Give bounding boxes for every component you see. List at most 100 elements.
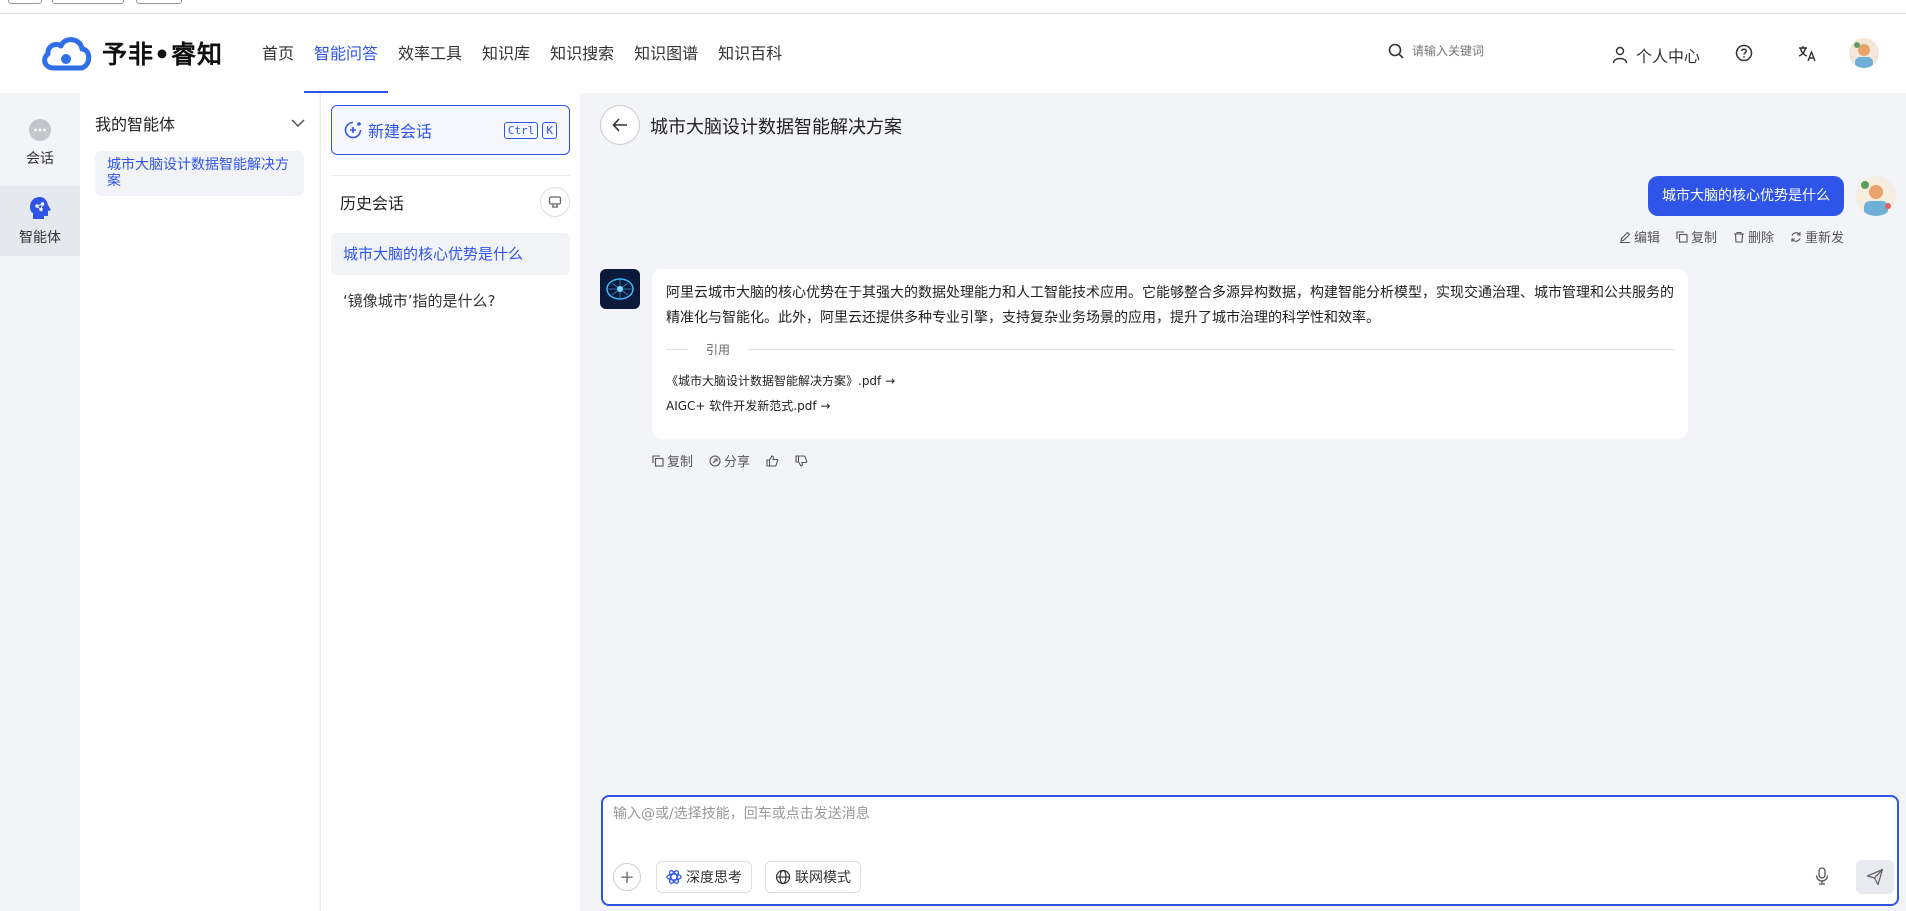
voice-input-button[interactable] [1815, 867, 1829, 889]
deep-think-label: 深度思考 [686, 870, 742, 886]
bot-copy-label: 复制 [667, 455, 694, 470]
citation-link[interactable]: 《城市大脑设计数据智能解决方案》.pdf → [666, 372, 1674, 389]
agent-item[interactable]: 城市大脑设计数据智能解决方案 [95, 151, 304, 196]
delete-button[interactable]: 删除 [1733, 227, 1774, 246]
nav-smart-qa[interactable]: 智能问答 [304, 14, 389, 93]
new-chat-label: 新建会话 [368, 122, 433, 141]
help-button[interactable] [1735, 44, 1753, 66]
thumbs-down-icon [795, 454, 808, 467]
browser-tab-stub[interactable] [8, 0, 42, 4]
deep-think-toggle[interactable]: 深度思考 [656, 861, 752, 893]
user-center-label: 个人中心 [1636, 47, 1701, 66]
shortcut-k-key: K [542, 121, 557, 139]
header-search [1388, 43, 1532, 59]
help-icon [1735, 44, 1753, 62]
search-icon[interactable] [1388, 43, 1404, 59]
avatar-icon [1856, 176, 1896, 216]
send-icon [1866, 868, 1884, 886]
arrow-left-icon [612, 118, 627, 132]
avatar-icon [1849, 38, 1879, 68]
web-mode-label: 联网模式 [795, 870, 851, 886]
nav-efficiency-tools[interactable]: 效率工具 [388, 14, 472, 93]
send-button[interactable] [1856, 860, 1894, 894]
header-avatar[interactable] [1849, 38, 1879, 68]
citation-line-right [748, 349, 1674, 350]
nav-knowledge-wiki[interactable]: 知识百科 [708, 14, 792, 93]
citation-line-left [666, 349, 688, 350]
agents-title: 我的智能体 [95, 115, 176, 134]
citation-divider: 引用 [666, 341, 1674, 358]
nav-knowledge-graph[interactable]: 知识图谱 [624, 14, 708, 93]
bot-message-text: 阿里云城市大脑的核心优势在于其强大的数据处理能力和人工智能技术应用。它能够整合多… [666, 285, 1674, 326]
rail-chat-label: 会话 [26, 151, 54, 167]
globe-icon [775, 869, 791, 885]
user-center-link[interactable]: 个人中心 [1612, 43, 1700, 67]
message-input[interactable] [613, 803, 1873, 843]
language-toggle-button[interactable] [1797, 44, 1817, 66]
refresh-icon [1791, 231, 1801, 242]
share-icon [709, 454, 721, 467]
browser-strip [0, 0, 1906, 14]
copy-icon [652, 454, 664, 467]
resend-button[interactable]: 重新发 [1790, 227, 1844, 246]
rail-agent-label: 智能体 [19, 230, 61, 246]
brain-avatar-icon [600, 269, 640, 309]
microphone-icon [1815, 867, 1829, 885]
share-button[interactable]: 分享 [709, 451, 750, 470]
resend-label: 重新发 [1804, 231, 1844, 246]
history-title: 历史会话 [340, 194, 405, 213]
history-header: 历史会话 [340, 185, 570, 219]
browser-tab-stub[interactable] [136, 0, 182, 4]
user-message-bubble: 城市大脑的核心优势是什么 [1648, 176, 1844, 216]
copy-icon [1676, 230, 1688, 243]
chat-main: 城市大脑设计数据智能解决方案 城市大脑的核心优势是什么 编辑 复制 删除 重新发… [580, 93, 1906, 911]
chat-bubble-icon [29, 119, 51, 141]
nav-knowledge-base[interactable]: 知识库 [472, 14, 540, 93]
user-message-actions: 编辑 复制 删除 重新发 [1619, 227, 1844, 246]
history-panel: 新建会话 Ctrl K 历史会话 城市大脑的核心优势是什么 ‘镜像城市’指的是什… [320, 93, 580, 911]
history-item[interactable]: 城市大脑的核心优势是什么 [331, 233, 570, 275]
bot-message-card: 阿里云城市大脑的核心优势在于其强大的数据处理能力和人工智能技术应用。它能够整合多… [652, 269, 1688, 439]
chevron-down-icon[interactable] [291, 118, 305, 128]
share-label: 分享 [724, 455, 751, 470]
plus-icon: + [619, 866, 635, 888]
message-composer: + 深度思考 联网模式 [601, 795, 1899, 906]
copy-button[interactable]: 复制 [1676, 227, 1717, 246]
top-header: 予非•睿知 首页 智能问答 效率工具 知识库 知识搜索 知识图谱 知识百科 个人… [0, 14, 1906, 93]
trash-icon [1733, 231, 1744, 243]
pencil-icon [1619, 231, 1631, 243]
edit-label: 编辑 [1633, 231, 1660, 246]
history-manage-button[interactable] [540, 187, 570, 217]
nav-knowledge-search[interactable]: 知识搜索 [540, 14, 624, 93]
archive-icon [548, 196, 562, 208]
nav-home[interactable]: 首页 [252, 14, 304, 93]
search-input[interactable] [1412, 44, 1532, 58]
bot-copy-button[interactable]: 复制 [652, 451, 693, 470]
web-mode-toggle[interactable]: 联网模式 [765, 861, 861, 893]
agents-header[interactable]: 我的智能体 [95, 111, 305, 135]
delete-label: 删除 [1747, 231, 1774, 246]
brand-logo[interactable]: 予非•睿知 [40, 34, 223, 72]
thumbs-up-icon [766, 454, 779, 467]
new-chat-button[interactable]: 新建会话 Ctrl K [331, 105, 570, 155]
left-rail: 会话 智能体 [0, 93, 80, 911]
rail-item-agents[interactable]: 智能体 [0, 186, 80, 256]
user-avatar [1856, 176, 1896, 216]
agent-head-icon [30, 197, 51, 219]
shortcut-ctrl-key: Ctrl [503, 121, 539, 139]
translate-icon [1798, 46, 1816, 62]
chat-title: 城市大脑设计数据智能解决方案 [650, 117, 902, 138]
thumbs-down-button[interactable] [795, 451, 808, 470]
atom-icon [666, 870, 682, 884]
back-button[interactable] [600, 105, 640, 145]
main-nav: 首页 智能问答 效率工具 知识库 知识搜索 知识图谱 知识百科 [252, 14, 792, 93]
history-item[interactable]: ‘镜像城市’指的是什么? [331, 280, 570, 322]
edit-button[interactable]: 编辑 [1619, 227, 1660, 246]
thumbs-up-button[interactable] [766, 451, 779, 470]
browser-tab-stub[interactable] [52, 0, 124, 4]
bot-message-actions: 复制 分享 [652, 451, 808, 470]
citation-link[interactable]: AIGC+ 软件开发新范式.pdf → [666, 397, 1674, 414]
new-chat-icon [344, 121, 362, 139]
add-attachment-button[interactable]: + [613, 863, 641, 891]
rail-item-chat[interactable]: 会话 [0, 108, 80, 178]
